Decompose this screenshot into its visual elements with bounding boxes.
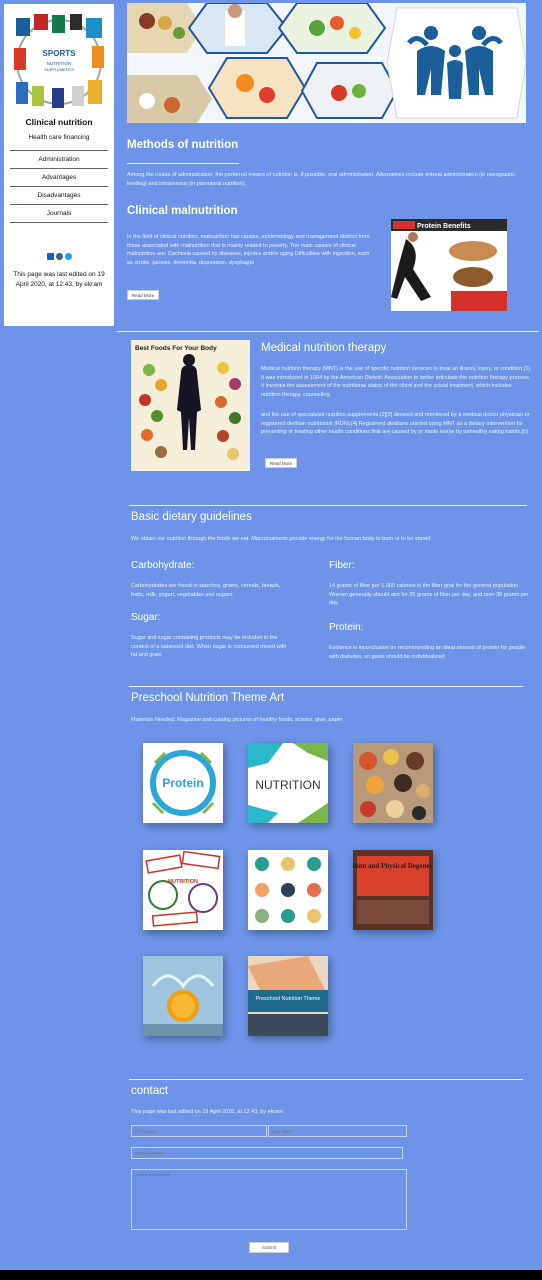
guidelines-intro: We obtain our nutrition through the food…	[131, 536, 432, 542]
spices-tile[interactable]	[353, 743, 433, 823]
carbohydrate-title: Carbohydrate:	[131, 560, 195, 571]
degeneration-book-tile[interactable]: Nutrition and Physical Degeneration	[353, 850, 433, 930]
protein-benefits-image: Protein Benefits	[391, 219, 507, 311]
preschool-book-title: Preschool Nutrition Theme	[255, 996, 320, 1002]
sports-nutrition-logo: SPORTS NUTRITION SUPPLEMENTS	[12, 12, 107, 110]
guidelines-title: Basic dietary guidelines	[131, 511, 252, 523]
logo-line-1: SPORTS	[43, 49, 77, 58]
linkedin-icon[interactable]	[46, 253, 54, 260]
fiber-text: 14 grams of fiber per 1,000 calories is …	[329, 583, 529, 606]
nav-advantages[interactable]: Advantages	[10, 169, 108, 187]
sugar-text: Sugar and sugar containing products may …	[131, 635, 287, 658]
protein-tile-label: Protein	[162, 776, 203, 790]
preschool-book-tile[interactable]: Preschool Nutrition Theme	[248, 956, 328, 1036]
protein-benefits-title: Protein Benefits	[417, 223, 471, 230]
sidebar: SPORTS NUTRITION SUPPLEMENTS Clinical nu…	[4, 4, 114, 326]
sidebar-nav: Administration Advantages Disadvantages …	[10, 150, 108, 223]
fiber-title: Fiber:	[329, 560, 355, 571]
methods-title: Methods of nutrition	[127, 139, 239, 151]
site-subtitle: Health care financing	[28, 134, 90, 141]
guidelines-divider	[129, 505, 527, 506]
contact-edited: This page was last edited on 19 April 20…	[131, 1109, 283, 1115]
nutrition-word-tile-label: NUTRITION	[255, 778, 320, 792]
logo-line-3: SUPPLEMENTS	[44, 67, 74, 72]
submit-button[interactable]: Submit	[249, 1242, 289, 1253]
degeneration-book-title: Nutrition and Physical Degeneration	[353, 862, 433, 870]
nav-disadvantages[interactable]: Disadvantages	[10, 187, 108, 205]
best-foods-image: Best Foods For Your Body	[131, 340, 250, 471]
first-name-input[interactable]	[131, 1125, 267, 1137]
mnt-divider-top	[117, 331, 539, 332]
methods-text: Among the routes of administration, the …	[127, 172, 515, 187]
facebook-icon[interactable]	[55, 253, 63, 260]
logo-line-2: NUTRITION	[47, 61, 72, 66]
nutrition-stamps-tile[interactable]: NUTRITION	[143, 850, 223, 930]
mnt-text-1: Medical nutrition therapy (MNT) is the u…	[261, 366, 531, 398]
preschool-materials: Materials Needed: Magazine and catalog p…	[131, 717, 343, 723]
malnutrition-title: Clinical malnutrition	[127, 205, 238, 217]
mnt-title: Medical nutrition therapy	[261, 342, 387, 354]
nutrition-word-tile[interactable]: NUTRITION	[248, 743, 328, 823]
hero-banner	[127, 3, 526, 123]
email-input[interactable]	[131, 1147, 403, 1159]
mnt-text-2: and the use of specialized nutrition sup…	[261, 412, 530, 435]
orange-splash-tile[interactable]	[143, 956, 223, 1036]
nav-administration[interactable]: Administration	[10, 151, 108, 169]
methods-divider	[127, 163, 239, 164]
nav-journals[interactable]: Journals	[10, 205, 108, 223]
contact-divider	[129, 1079, 523, 1080]
preschool-title: Preschool Nutrition Theme Art	[131, 692, 285, 704]
malnutrition-text: In the field of clinical nutrition, maln…	[127, 234, 370, 266]
bottom-bar	[0, 1270, 542, 1280]
floral-pattern-tile[interactable]	[248, 850, 328, 930]
sugar-title: Sugar:	[131, 612, 161, 623]
preschool-divider	[129, 686, 523, 687]
nutrition-stamps-tile-label: NUTRITION	[168, 879, 198, 885]
sidebar-last-edited: This page was last edited on 19 April 20…	[13, 271, 105, 288]
protein-tile[interactable]: Protein	[143, 743, 223, 823]
last-name-input[interactable]	[268, 1125, 407, 1137]
contact-title: contact	[131, 1085, 169, 1097]
best-foods-title: Best Foods For Your Body	[135, 345, 217, 352]
twitter-icon[interactable]	[64, 253, 72, 260]
malnutrition-read-more-button[interactable]: Read More	[127, 290, 159, 300]
protein-text: Evidence is inconclusive on recommending…	[329, 645, 526, 660]
mnt-read-more-button[interactable]: Read More	[265, 458, 297, 468]
protein-title: Protein:	[329, 622, 364, 633]
social-links	[4, 253, 114, 263]
carbohydrate-text: Carbohydrates are found in starches, gra…	[131, 583, 281, 598]
message-textarea[interactable]	[131, 1169, 407, 1230]
site-title: Clinical nutrition	[25, 117, 93, 127]
